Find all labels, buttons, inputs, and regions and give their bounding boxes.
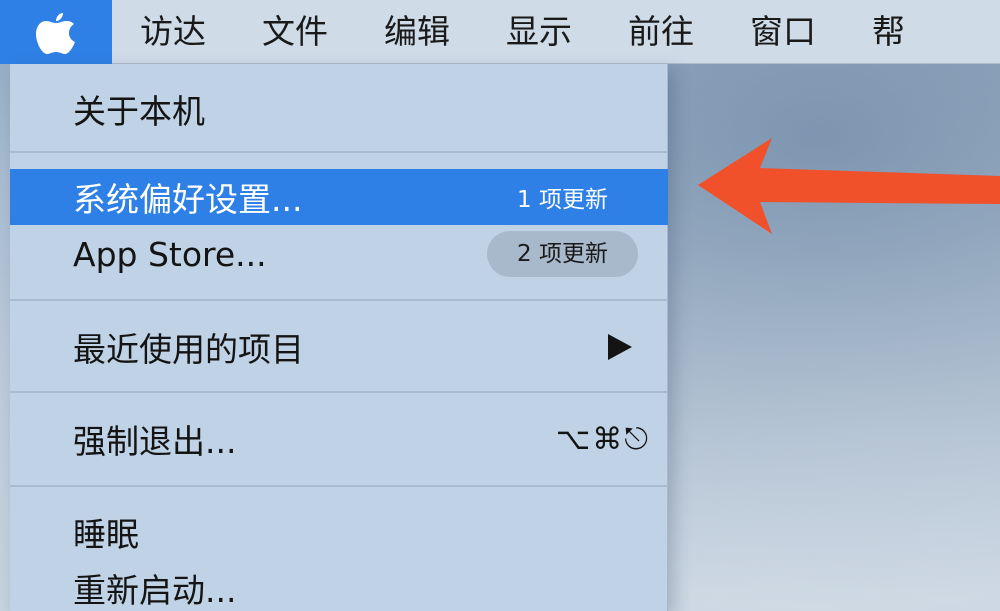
red-arrow-pointer xyxy=(698,138,1000,234)
menu-item-recent-items-label: 最近使用的项目 xyxy=(73,330,304,369)
menubar-edit[interactable]: 编辑 xyxy=(356,0,478,64)
menubar-window[interactable]: 窗口 xyxy=(722,0,844,64)
apple-dropdown-menu: 关于本机 系统偏好设置... 1 项更新 App Store... 2 项更新 … xyxy=(10,64,668,611)
menubar-file[interactable]: 文件 xyxy=(234,0,356,64)
menubar-finder[interactable]: 访达 xyxy=(112,0,234,64)
menu-item-about-label: 关于本机 xyxy=(73,92,205,131)
apple-menu-button[interactable] xyxy=(0,0,112,64)
menu-bar: 访达 文件 编辑 显示 前往 窗口 帮 xyxy=(0,0,1000,64)
menu-separator xyxy=(10,151,668,153)
menubar-view[interactable]: 显示 xyxy=(478,0,600,64)
apple-logo-icon xyxy=(36,12,75,54)
update-badge: 1 项更新 xyxy=(517,187,608,213)
submenu-arrow-icon xyxy=(608,334,632,360)
menu-item-system-preferences-label: 系统偏好设置... xyxy=(73,180,303,219)
menu-item-force-quit[interactable]: 强制退出... ⌥⌘⎋ xyxy=(10,404,668,474)
menu-item-about[interactable]: 关于本机 xyxy=(10,76,668,142)
menu-item-recent-items[interactable]: 最近使用的项目 xyxy=(10,312,668,382)
menu-item-sleep[interactable]: 睡眠 xyxy=(10,504,668,560)
menu-item-system-preferences[interactable]: 系统偏好设置... 1 项更新 xyxy=(10,169,668,225)
menu-item-sleep-label: 睡眠 xyxy=(73,515,139,554)
menu-separator xyxy=(10,391,668,393)
menubar-help[interactable]: 帮 xyxy=(844,0,933,64)
menu-item-force-quit-label: 强制退出... xyxy=(73,422,237,461)
menu-separator xyxy=(10,299,668,301)
menu-item-restart[interactable]: 重新启动... xyxy=(10,560,668,611)
menu-separator xyxy=(10,485,668,487)
menu-item-restart-label: 重新启动... xyxy=(73,571,237,610)
menu-item-app-store[interactable]: App Store... 2 项更新 xyxy=(10,226,668,282)
menu-item-app-store-label: App Store... xyxy=(73,234,267,274)
update-badge: 2 项更新 xyxy=(487,231,638,277)
menubar-go[interactable]: 前往 xyxy=(600,0,722,64)
keyboard-shortcut: ⌥⌘⎋ xyxy=(555,421,650,457)
